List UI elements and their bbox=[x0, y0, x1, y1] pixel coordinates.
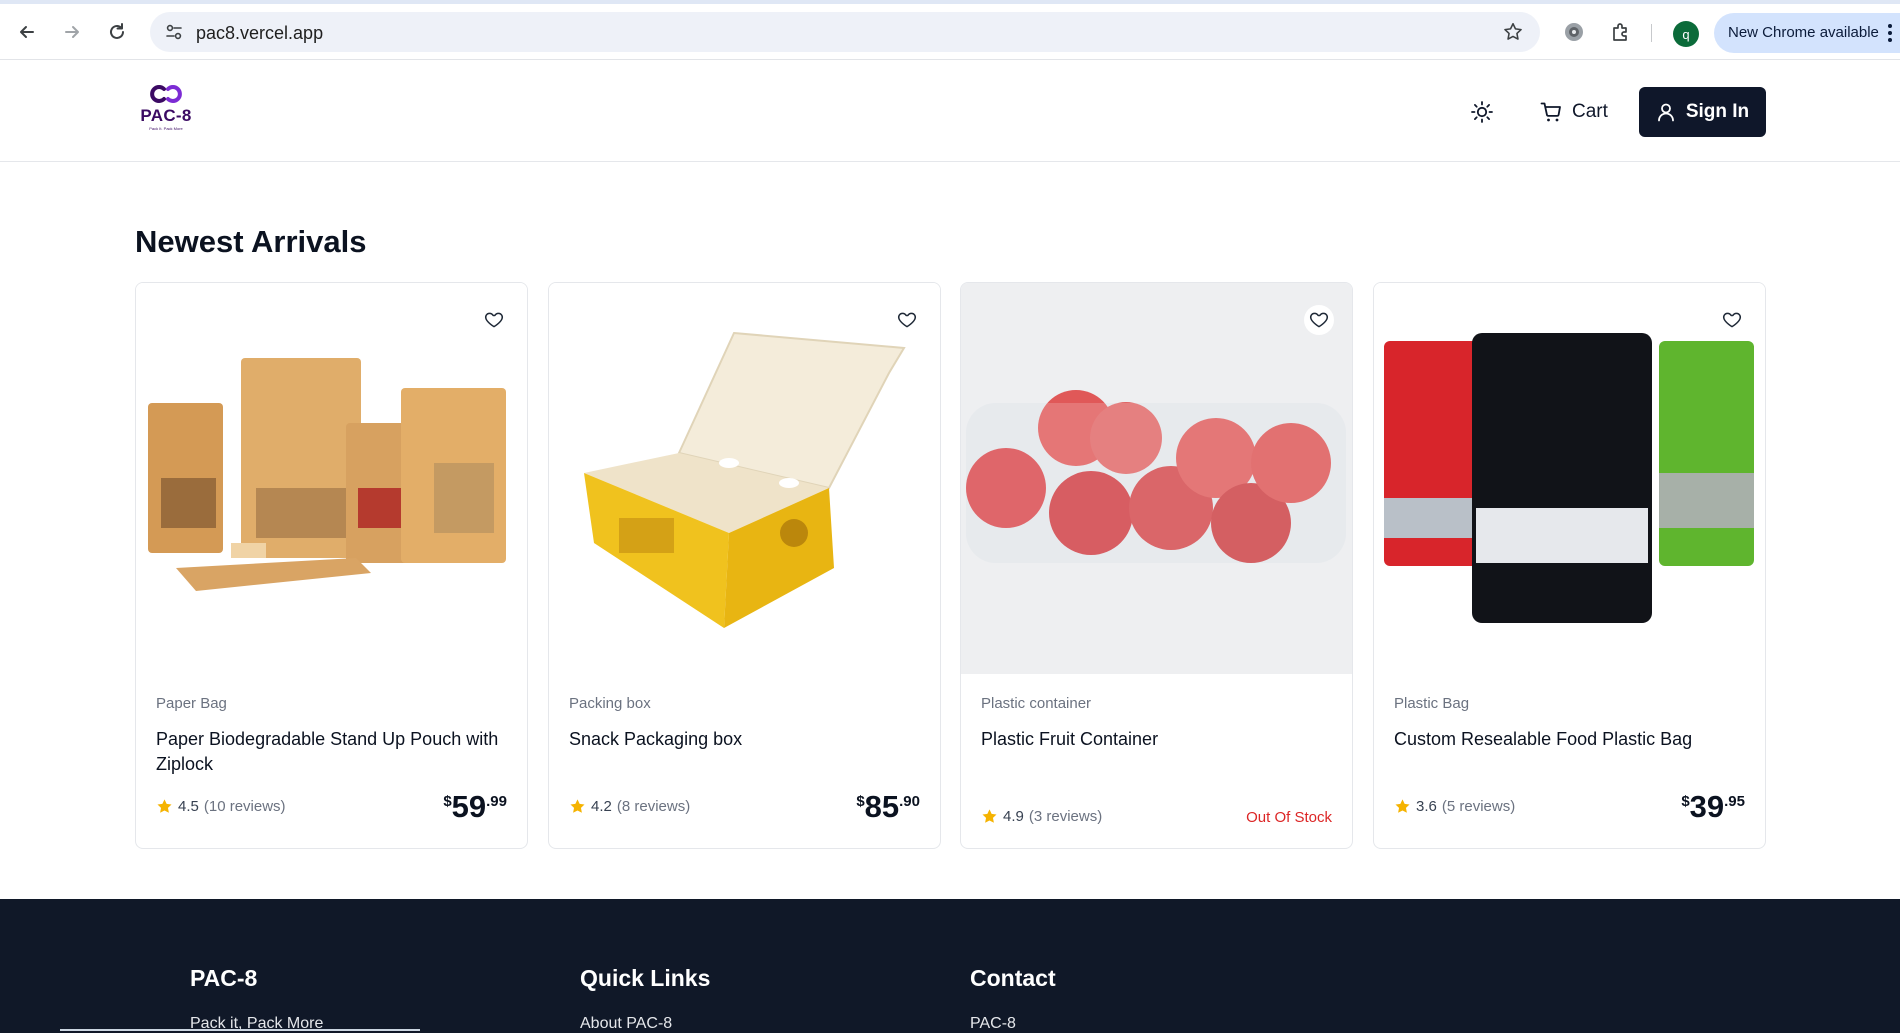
shopping-cart-icon bbox=[1540, 102, 1561, 122]
sun-icon bbox=[1471, 101, 1493, 123]
back-button[interactable] bbox=[11, 16, 43, 48]
price-cents: .99 bbox=[486, 793, 507, 810]
theme-toggle-button[interactable] bbox=[1468, 98, 1496, 126]
site-settings-icon[interactable] bbox=[164, 22, 184, 42]
star-icon bbox=[157, 799, 172, 813]
price-whole: 85 bbox=[864, 789, 900, 824]
arrow-left-icon bbox=[20, 26, 34, 38]
product-price: $ 59 .99 bbox=[443, 791, 507, 822]
price-whole: 59 bbox=[451, 789, 487, 824]
heart-icon bbox=[897, 312, 917, 328]
logo-wordmark: PAC-8 bbox=[140, 106, 192, 125]
product-card[interactable]: Packing box Snack Packaging box 4.2 (8 r… bbox=[548, 282, 941, 849]
favorite-button[interactable] bbox=[892, 305, 922, 335]
profile-avatar[interactable]: q bbox=[1673, 21, 1699, 47]
rating-value: 4.5 bbox=[178, 798, 199, 815]
product-image[interactable] bbox=[961, 283, 1352, 674]
sign-in-label: Sign In bbox=[1685, 101, 1750, 122]
sign-in-button[interactable]: Sign In bbox=[1639, 87, 1766, 137]
user-icon bbox=[1657, 103, 1674, 122]
puzzle-icon bbox=[1613, 23, 1627, 41]
product-card[interactable]: Plastic container Plastic Fruit Containe… bbox=[960, 282, 1353, 849]
product-title[interactable]: Custom Resealable Food Plastic Bag bbox=[1394, 727, 1744, 752]
cart-label: Cart bbox=[1572, 101, 1608, 122]
price-currency: $ bbox=[856, 793, 865, 810]
logo-tagline: Pack It. Pack More bbox=[149, 126, 183, 131]
star-icon bbox=[570, 799, 585, 813]
out-of-stock-badge: Out Of Stock bbox=[1246, 809, 1332, 826]
product-category: Plastic container bbox=[981, 695, 1092, 712]
update-label: New Chrome available bbox=[1728, 24, 1879, 41]
favorite-button[interactable] bbox=[1304, 305, 1334, 335]
section-title: Newest Arrivals bbox=[135, 224, 367, 259]
product-card[interactable]: Paper Bag Paper Biodegradable Stand Up P… bbox=[135, 282, 528, 849]
snack-box-image bbox=[584, 331, 906, 628]
toolbar-divider bbox=[1651, 24, 1652, 42]
product-image[interactable] bbox=[136, 283, 527, 674]
footer-brand-heading: PAC-8 bbox=[190, 965, 258, 991]
rating-value: 4.2 bbox=[591, 798, 612, 815]
forward-button[interactable] bbox=[56, 16, 88, 48]
heart-icon bbox=[1722, 312, 1742, 328]
price-cents: .95 bbox=[1724, 793, 1745, 810]
star-icon bbox=[1395, 799, 1410, 813]
price-cents: .90 bbox=[899, 793, 920, 810]
cart-button[interactable]: Cart bbox=[1540, 96, 1608, 128]
product-category: Paper Bag bbox=[156, 695, 227, 712]
product-category: Packing box bbox=[569, 695, 651, 712]
more-vert-icon[interactable] bbox=[1888, 24, 1892, 42]
product-rating: 4.2 (8 reviews) bbox=[569, 798, 690, 815]
logo-mark-icon bbox=[150, 85, 182, 103]
reload-icon bbox=[110, 23, 124, 39]
rating-value: 4.9 bbox=[1003, 808, 1024, 825]
kraft-paper-bags-image bbox=[148, 358, 506, 591]
url-text[interactable]: pac8.vercel.app bbox=[196, 23, 323, 44]
review-count: (8 reviews) bbox=[616, 798, 691, 815]
chrome-update-button[interactable]: New Chrome available bbox=[1714, 13, 1900, 53]
bookmark-star-icon[interactable] bbox=[1502, 21, 1524, 43]
product-rating: 4.5 (10 reviews) bbox=[156, 798, 286, 815]
favorite-button[interactable] bbox=[479, 305, 509, 335]
browser-toolbar: pac8.vercel.app q New Chrome available bbox=[0, 4, 1900, 60]
review-count: (10 reviews) bbox=[203, 798, 286, 815]
product-card[interactable]: Plastic Bag Custom Resealable Food Plast… bbox=[1373, 282, 1766, 849]
pac8-logo[interactable]: PAC-8 Pack It. Pack More bbox=[134, 84, 198, 136]
product-title[interactable]: Snack Packaging box bbox=[569, 727, 919, 752]
reload-button[interactable] bbox=[101, 16, 133, 48]
extension-button[interactable] bbox=[1559, 17, 1589, 47]
star-icon bbox=[982, 809, 997, 823]
price-whole: 39 bbox=[1689, 789, 1725, 824]
product-rating: 4.9 (3 reviews) bbox=[981, 808, 1102, 825]
globe-extension-icon bbox=[1565, 23, 1583, 41]
heart-icon bbox=[1309, 312, 1329, 328]
extensions-menu-button[interactable] bbox=[1606, 17, 1636, 47]
footer-link-about[interactable]: About PAC-8 bbox=[580, 1015, 672, 1033]
product-category: Plastic Bag bbox=[1394, 695, 1470, 712]
footer-links-heading: Quick Links bbox=[580, 965, 711, 991]
apple-container-image bbox=[961, 283, 1352, 674]
product-title[interactable]: Paper Biodegradable Stand Up Pouch with … bbox=[156, 727, 506, 777]
footer-divider bbox=[60, 1029, 420, 1031]
product-price: $ 85 .90 bbox=[856, 791, 920, 822]
price-currency: $ bbox=[1681, 793, 1690, 810]
site-footer: PAC-8 Pack it, Pack More Quick Links Abo… bbox=[0, 899, 1900, 1033]
address-bar[interactable]: pac8.vercel.app bbox=[150, 12, 1540, 52]
price-currency: $ bbox=[443, 793, 452, 810]
product-image[interactable] bbox=[549, 283, 940, 674]
product-price: $ 39 .95 bbox=[1681, 791, 1745, 822]
footer-contact-heading: Contact bbox=[970, 965, 1056, 991]
site-header: PAC-8 Pack It. Pack More Cart Sign In bbox=[0, 61, 1900, 162]
resealable-bags-image bbox=[1384, 333, 1754, 623]
favorite-button[interactable] bbox=[1717, 305, 1747, 335]
review-count: (3 reviews) bbox=[1028, 808, 1103, 825]
product-title[interactable]: Plastic Fruit Container bbox=[981, 727, 1331, 752]
arrow-right-icon bbox=[65, 26, 79, 38]
rating-value: 3.6 bbox=[1416, 798, 1437, 815]
product-rating: 3.6 (5 reviews) bbox=[1394, 798, 1515, 815]
review-count: (5 reviews) bbox=[1441, 798, 1516, 815]
heart-icon bbox=[484, 312, 504, 328]
product-image[interactable] bbox=[1374, 283, 1765, 674]
footer-contact-name: PAC-8 bbox=[970, 1015, 1016, 1032]
